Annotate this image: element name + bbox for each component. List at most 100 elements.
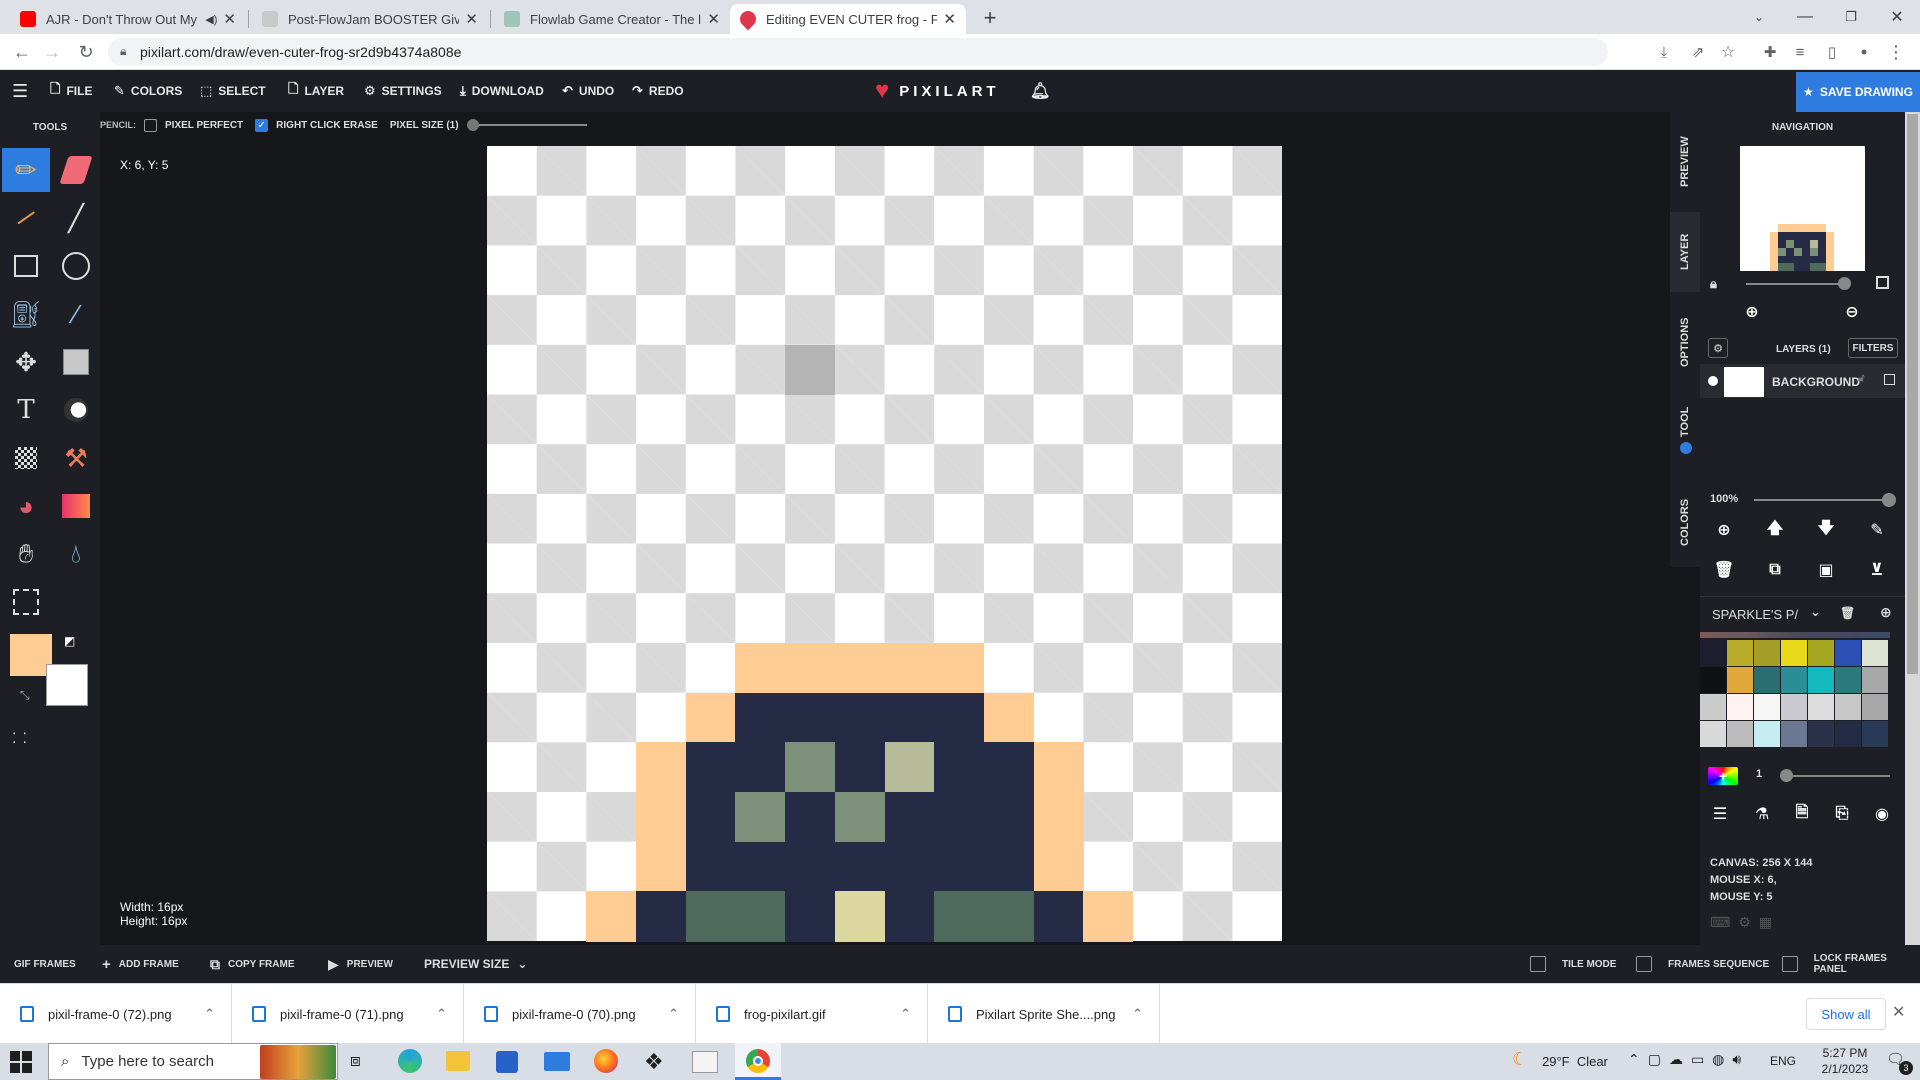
palette-swatch[interactable]: [1781, 694, 1807, 720]
move-tool[interactable]: ✥: [2, 340, 50, 384]
pixilart-logo[interactable]: ♥ PIXILART: [875, 70, 1000, 112]
pencil-tool[interactable]: ✏: [2, 148, 50, 192]
delete-palette-icon[interactable]: 🗑︎: [1840, 606, 1855, 620]
undo-button[interactable]: ↶ UNDO: [562, 70, 614, 112]
eraser-tool[interactable]: [52, 148, 100, 192]
add-palette-icon[interactable]: ⊕: [1880, 604, 1892, 621]
pixel-size-slider[interactable]: [466, 119, 587, 131]
share-icon[interactable]: ⇗: [1684, 38, 1712, 66]
extensions-icon[interactable]: ✚: [1756, 38, 1784, 66]
install-icon[interactable]: ⤓: [1650, 38, 1678, 66]
chrome-taskbar-item[interactable]: [735, 1043, 781, 1080]
layer-menu[interactable]: 🗋︎ LAYER: [288, 70, 344, 112]
add-frame-button[interactable]: + ADD FRAME: [102, 945, 179, 983]
close-icon[interactable]: ✕: [465, 10, 478, 28]
more-tools-icon[interactable]: ⁚⁚: [12, 730, 33, 747]
palette-swatch[interactable]: [1700, 721, 1726, 747]
browser-tab-1[interactable]: AJR - Don't Throw Out My Le ◀) ✕: [10, 4, 246, 34]
reset-colors-icon[interactable]: ⤡: [20, 688, 30, 703]
dropbox-icon[interactable]: ❖: [644, 1049, 664, 1075]
fullscreen-icon[interactable]: [1876, 276, 1889, 289]
download-menu[interactable]: ⤓ DOWNLOAD: [460, 70, 544, 112]
weather-text[interactable]: 29°F Clear: [1542, 1054, 1608, 1069]
panel-scrollbar-thumb[interactable]: [1907, 114, 1918, 674]
palette-swatch[interactable]: [1808, 694, 1834, 720]
close-icon[interactable]: ✕: [1892, 1002, 1905, 1022]
hand-tool[interactable]: ✋︎: [2, 532, 50, 576]
edge-browser-icon[interactable]: [398, 1049, 422, 1073]
file-explorer-icon[interactable]: [446, 1051, 470, 1071]
close-window-button[interactable]: ✕: [1874, 0, 1920, 34]
palette-swatch[interactable]: [1835, 694, 1861, 720]
palette-swatch[interactable]: [1700, 694, 1726, 720]
language-indicator[interactable]: ENG: [1770, 1054, 1796, 1068]
weather-icon[interactable]: ☾: [1512, 1049, 1528, 1070]
chevron-up-icon[interactable]: ⌃: [204, 1006, 215, 1022]
preview-size-dropdown[interactable]: PREVIEW SIZE ⌄: [424, 945, 527, 983]
pattern-tool[interactable]: [2, 436, 50, 480]
minimize-button[interactable]: —: [1782, 0, 1828, 34]
colors-menu[interactable]: ✎ COLORS: [114, 70, 182, 112]
layer-select-checkbox[interactable]: [1884, 374, 1895, 385]
lock-icon[interactable]: 🔒︎: [120, 44, 126, 59]
show-all-button[interactable]: Show all: [1806, 998, 1886, 1030]
tab-colors[interactable]: COLORS: [1670, 482, 1700, 562]
file-menu[interactable]: 🗋︎ FILE: [50, 70, 92, 112]
close-icon[interactable]: ✕: [707, 10, 720, 28]
palette-swatch[interactable]: [1754, 694, 1780, 720]
opacity-slider-knob[interactable]: [1882, 493, 1896, 507]
palette-name[interactable]: SPARKLE'S P/: [1712, 607, 1798, 622]
bookmark-star-icon[interactable]: ☆: [1714, 38, 1742, 66]
lock-frames-checkbox[interactable]: [1782, 956, 1798, 972]
chevron-up-icon[interactable]: ⌃: [436, 1006, 447, 1022]
more-menu-icon[interactable]: ⋮: [1882, 38, 1910, 66]
palette-swatch[interactable]: [1700, 640, 1726, 666]
filters-button[interactable]: FILTERS: [1848, 338, 1898, 358]
layer-lock-icon[interactable]: 🔓︎: [1858, 373, 1864, 384]
move-layer-down-icon[interactable]: 🡇: [1814, 518, 1838, 542]
close-icon[interactable]: ✕: [943, 10, 956, 28]
close-icon[interactable]: ✕: [223, 10, 236, 28]
add-color-icon[interactable]: +: [1708, 767, 1738, 785]
download-item[interactable]: pixil-frame-0 (70).png ⌃: [464, 984, 696, 1044]
tab-search-icon[interactable]: ⌄: [1736, 0, 1782, 34]
chevron-down-icon[interactable]: ⌄: [1810, 604, 1821, 620]
add-layer-icon[interactable]: ⊕: [1712, 518, 1736, 542]
swap-colors-icon[interactable]: ◩: [64, 634, 75, 648]
clock-date[interactable]: 2/1/2023: [1810, 1062, 1880, 1076]
gradient-tool[interactable]: [52, 484, 100, 528]
grid-options-icon[interactable]: ⌨⚙▦: [1710, 914, 1780, 931]
pixel-perfect-checkbox[interactable]: [144, 118, 157, 132]
duplicate-layer-icon[interactable]: ⧉: [1763, 558, 1787, 582]
palette-swatch[interactable]: [1808, 721, 1834, 747]
preview-button[interactable]: ▶ PREVIEW: [328, 945, 393, 983]
task-view-icon[interactable]: ⧈: [350, 1051, 361, 1071]
browser-tab-3[interactable]: Flowlab Game Creator - The last ✕: [494, 4, 730, 34]
import-file-icon[interactable]: ⎘: [1830, 802, 1854, 826]
firefox-icon[interactable]: [594, 1049, 618, 1073]
color-replace-tool[interactable]: ◕: [2, 484, 50, 528]
palette-swatch[interactable]: [1835, 721, 1861, 747]
hamburger-icon[interactable]: ☰: [12, 70, 28, 112]
tile-mode-checkbox[interactable]: [1530, 956, 1546, 972]
brush-tool[interactable]: /: [2, 196, 50, 240]
secondary-color-swatch[interactable]: [46, 664, 88, 706]
merge-layer-icon[interactable]: ⊻: [1865, 558, 1889, 582]
chevron-up-icon[interactable]: ⌃: [900, 1006, 911, 1022]
palette-swatch[interactable]: [1862, 667, 1888, 693]
delete-layer-icon[interactable]: 🗑︎: [1712, 558, 1736, 582]
palette-swatch[interactable]: [1808, 667, 1834, 693]
chevron-up-icon[interactable]: ⌃: [1132, 1006, 1143, 1022]
blur-tool[interactable]: 💧︎: [52, 532, 100, 576]
palette-swatch[interactable]: [1754, 667, 1780, 693]
microsoft-store-icon[interactable]: [496, 1051, 518, 1073]
lock-frames-toggle[interactable]: LOCK FRAMES PANEL: [1782, 945, 1920, 983]
download-item[interactable]: frog-pixilart.gif ⌃: [696, 984, 928, 1044]
palette-swatch[interactable]: [1754, 721, 1780, 747]
crop-tool[interactable]: [2, 580, 50, 624]
side-panel-icon[interactable]: ▯: [1818, 38, 1846, 66]
windows-start-icon[interactable]: [10, 1051, 32, 1073]
palette-swatch[interactable]: [1727, 721, 1753, 747]
drawing-canvas[interactable]: [487, 146, 1282, 942]
text-tool[interactable]: T: [2, 388, 50, 432]
